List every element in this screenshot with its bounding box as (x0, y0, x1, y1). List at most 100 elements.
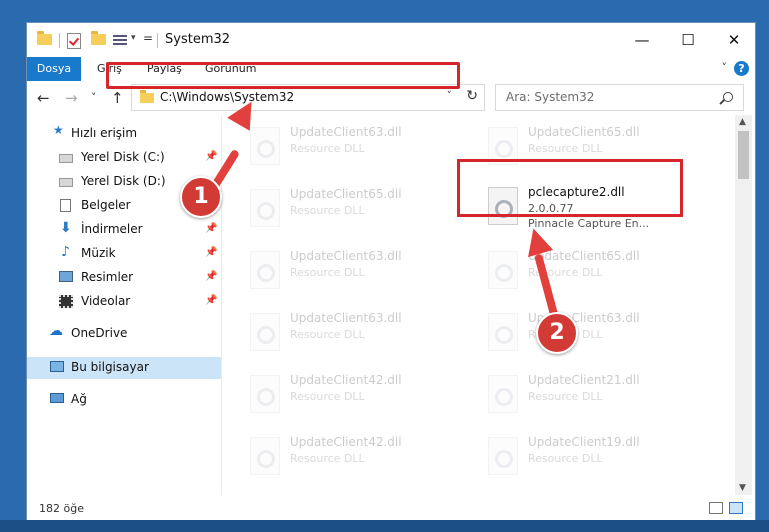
search-input[interactable]: Ara: System32 (495, 84, 744, 111)
pin-icon[interactable]: 📌 (205, 295, 217, 306)
file-tile[interactable]: UpdateClient63.dll Resource DLL (242, 245, 462, 297)
sidebar-item-music[interactable]: ♪ Müzik 📌 (27, 243, 221, 265)
file-name: UpdateClient63.dll (290, 125, 402, 139)
file-name: UpdateClient65.dll (528, 125, 640, 139)
ribbon-tabs: Dosya Giriş Paylaş Görünüm ˅ ? (27, 57, 755, 82)
file-tile[interactable]: UpdateClient65.dll Resource DLL (480, 121, 700, 173)
search-placeholder: Ara: System32 (506, 90, 595, 104)
pin-icon[interactable]: 📌 (205, 247, 217, 258)
file-name: UpdateClient65.dll (290, 187, 402, 201)
close-button[interactable]: ✕ (711, 23, 755, 57)
sidebar-item-label: Yerel Disk (C:) (81, 150, 165, 164)
folder-icon[interactable] (37, 31, 52, 45)
file-type: Resource DLL (290, 142, 365, 155)
sidebar-item-label: Belgeler (81, 198, 131, 212)
status-bar: 182 öğe (27, 495, 755, 521)
recent-locations-button[interactable]: ˅ (91, 91, 97, 104)
step-badge-1: 1 (180, 176, 222, 218)
sidebar-item-local-disk-c[interactable]: Yerel Disk (C:) 📌 (27, 147, 221, 169)
help-icon[interactable]: ? (734, 61, 749, 76)
chevron-down-icon[interactable]: ˅ (722, 61, 728, 74)
maximize-button[interactable]: ☐ (665, 23, 711, 57)
folder-icon (140, 90, 154, 103)
dll-file-icon (250, 251, 280, 289)
music-icon: ♪ (61, 244, 70, 260)
drive-icon (59, 178, 73, 187)
file-version: 2.0.0.77 (528, 202, 574, 215)
dll-file-icon (488, 187, 518, 225)
dll-file-icon (488, 375, 518, 413)
forward-button[interactable]: → (65, 89, 78, 107)
scroll-thumb[interactable] (738, 131, 749, 179)
file-tile[interactable]: UpdateClient63.dll Resource DLL (242, 307, 462, 359)
cloud-icon: ☁ (49, 323, 63, 339)
refresh-icon[interactable]: ↻ (466, 88, 478, 104)
dll-file-icon (250, 127, 280, 165)
toolbar-separator (59, 33, 60, 48)
sidebar-item-label: Hızlı erişim (71, 126, 138, 140)
pin-icon[interactable]: 📌 (205, 271, 217, 282)
sidebar-item-videos[interactable]: Videolar 📌 (27, 291, 221, 313)
tab-share[interactable]: Paylaş (147, 57, 182, 81)
file-name: UpdateClient42.dll (290, 435, 402, 449)
details-view-icon[interactable] (709, 502, 723, 514)
file-tile[interactable]: UpdateClient65.dll Resource DLL (242, 183, 462, 235)
dll-file-icon (488, 437, 518, 475)
file-tile[interactable]: UpdateClient63.dll Resource DLL (480, 307, 700, 359)
customize-toolbar-icon[interactable] (113, 34, 127, 46)
chevron-down-icon[interactable]: ˅ (447, 89, 453, 102)
file-tile[interactable]: UpdateClient42.dll Resource DLL (242, 431, 462, 483)
vertical-scrollbar[interactable]: ▲ ▼ (735, 115, 752, 495)
step-badge-2: 2 (536, 312, 578, 354)
tab-home[interactable]: Giriş (97, 57, 122, 81)
file-name: UpdateClient63.dll (290, 249, 402, 263)
pictures-icon (59, 271, 73, 282)
file-tile-highlighted[interactable]: pclecapture2.dll 2.0.0.77 Pinnacle Captu… (480, 181, 700, 233)
sidebar-item-label: Videolar (81, 294, 131, 308)
file-tile[interactable]: UpdateClient63.dll Resource DLL (242, 121, 462, 173)
minimize-button[interactable]: — (619, 23, 665, 57)
scroll-up-icon[interactable]: ▲ (739, 117, 746, 127)
back-button[interactable]: ← (37, 89, 50, 107)
new-folder-icon[interactable] (91, 31, 106, 45)
sidebar-item-downloads[interactable]: ⬇ İndirmeler 📌 (27, 219, 221, 241)
sidebar-item-quick-access[interactable]: ★ Hızlı erişim (27, 123, 221, 145)
dll-file-icon (488, 251, 518, 289)
title-bar: ▾ = System32 — ☐ ✕ (27, 23, 755, 57)
dll-file-icon (488, 127, 518, 165)
chevron-down-icon[interactable]: ▾ (131, 33, 136, 49)
network-icon (50, 393, 64, 403)
file-tile[interactable]: UpdateClient19.dll Resource DLL (480, 431, 700, 483)
sidebar-item-network[interactable]: Ağ (27, 389, 221, 411)
download-icon: ⬇ (60, 220, 72, 236)
file-type: Resource DLL (290, 204, 365, 217)
file-tile[interactable]: UpdateClient65.dll Resource DLL (480, 245, 700, 297)
properties-check-icon[interactable] (67, 33, 81, 49)
sidebar-item-onedrive[interactable]: ☁ OneDrive (27, 323, 221, 345)
sidebar-item-pictures[interactable]: Resimler 📌 (27, 267, 221, 289)
pin-icon[interactable]: 📌 (205, 223, 217, 234)
search-icon[interactable] (723, 92, 733, 102)
address-text[interactable]: C:\Windows\System32 (160, 90, 294, 104)
navigation-pane: ★ Hızlı erişim Yerel Disk (C:) 📌 Yerel D… (27, 115, 221, 495)
sidebar-item-label: Bu bilgisayar (71, 360, 149, 374)
explorer-window: ▾ = System32 — ☐ ✕ Dosya Giriş Paylaş Gö… (26, 22, 756, 522)
tab-file[interactable]: Dosya (27, 57, 81, 81)
file-type: Resource DLL (290, 452, 365, 465)
address-bar[interactable]: C:\Windows\System32 ˅ ↻ (131, 84, 485, 111)
drive-icon (59, 154, 73, 163)
tab-view[interactable]: Görünüm (205, 57, 256, 81)
item-count: 182 öğe (39, 502, 84, 515)
large-icons-view-icon[interactable] (729, 502, 743, 514)
sidebar-item-label: Resimler (81, 270, 134, 284)
sidebar-item-label: OneDrive (71, 326, 128, 340)
sidebar-item-this-pc[interactable]: Bu bilgisayar (27, 357, 221, 379)
file-tile[interactable]: UpdateClient42.dll Resource DLL (242, 369, 462, 421)
file-tile[interactable]: UpdateClient21.dll Resource DLL (480, 369, 700, 421)
scroll-down-icon[interactable]: ▼ (739, 483, 746, 493)
toolbar-separator (157, 33, 158, 48)
pin-icon[interactable]: 📌 (205, 151, 217, 162)
quick-access-menu-icon[interactable]: = (143, 31, 153, 47)
up-button[interactable]: ↑ (111, 89, 124, 107)
file-name: UpdateClient63.dll (290, 311, 402, 325)
